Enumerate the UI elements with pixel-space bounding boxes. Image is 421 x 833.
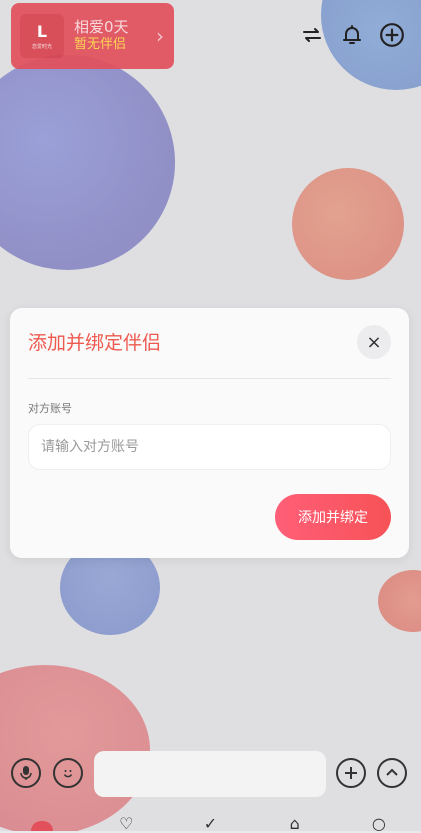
lock-icon: ⌂ [289, 814, 300, 833]
plus-circle-icon[interactable] [336, 758, 366, 788]
account-input[interactable] [28, 424, 391, 470]
emoji-icon[interactable] [53, 758, 83, 788]
profile-icon: ○ [371, 814, 386, 833]
account-field-label: 对方账号 [28, 402, 72, 415]
divider [28, 378, 391, 379]
add-circle-icon[interactable] [379, 22, 405, 48]
chevron-right-icon: › [156, 24, 164, 48]
nav-item-favorites[interactable]: ♡ [84, 808, 168, 833]
avatar-caption: 恋爱时光 [31, 43, 52, 50]
bell-icon[interactable] [339, 22, 365, 48]
heart-icon: ♡ [119, 814, 134, 833]
message-input[interactable] [94, 751, 326, 797]
couple-badge[interactable]: L 恋爱时光 相爱0天 暂无伴侣 › [11, 3, 174, 69]
nav-item-lock[interactable]: ⌂ [253, 808, 337, 833]
close-button[interactable]: × [357, 325, 391, 359]
check-icon: ✓ [203, 814, 218, 833]
chat-input-bar [0, 738, 421, 808]
avatar: L 恋爱时光 [20, 14, 64, 58]
bottom-nav: ♡ ✓ ⌂ ○ [0, 808, 421, 833]
nav-item-home[interactable] [0, 808, 84, 831]
nav-item-profile[interactable]: ○ [337, 808, 421, 833]
nav-item-check[interactable]: ✓ [168, 808, 252, 833]
add-bind-button[interactable]: 添加并绑定 [275, 494, 391, 540]
bind-partner-dialog: 添加并绑定伴侣 × 对方账号 添加并绑定 [10, 308, 409, 558]
home-icon [31, 821, 54, 831]
partner-status: 暂无伴侣 [74, 37, 127, 52]
swap-icon[interactable] [299, 22, 325, 48]
avatar-letter: L [36, 21, 48, 41]
days-together: 相爱0天 [74, 18, 129, 36]
mic-icon[interactable] [11, 758, 41, 788]
dialog-title: 添加并绑定伴侣 [28, 332, 162, 354]
chevron-up-circle-icon[interactable] [377, 758, 407, 788]
close-icon: × [366, 331, 382, 353]
